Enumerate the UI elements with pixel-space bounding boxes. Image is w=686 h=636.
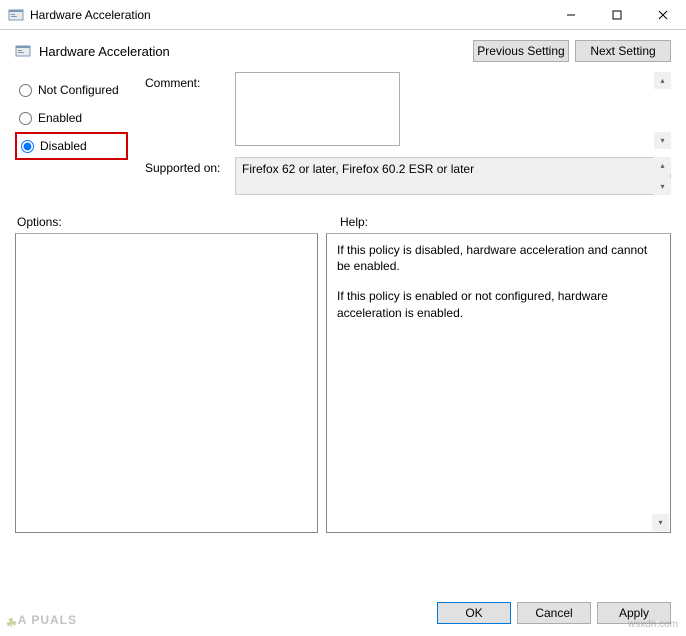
next-setting-button[interactable]: Next Setting <box>575 40 671 62</box>
radio-enabled-input[interactable] <box>19 112 32 125</box>
maximize-button[interactable] <box>594 0 640 30</box>
previous-setting-button[interactable]: Previous Setting <box>473 40 569 62</box>
supported-on-value: Firefox 62 or later, Firefox 60.2 ESR or… <box>235 157 671 195</box>
radio-not-configured-input[interactable] <box>19 84 32 97</box>
radio-disabled-input[interactable] <box>21 140 34 153</box>
options-section-label: Options: <box>15 215 338 229</box>
help-paragraph-1: If this policy is disabled, hardware acc… <box>337 242 660 274</box>
radio-enabled-label: Enabled <box>38 111 82 125</box>
state-radio-group: Not Configured Enabled Disabled <box>15 72 145 203</box>
policy-icon <box>15 43 31 59</box>
header-row: Hardware Acceleration Previous Setting N… <box>0 30 686 67</box>
radio-disabled[interactable]: Disabled <box>19 139 87 153</box>
comment-input[interactable] <box>235 72 400 146</box>
radio-not-configured-label: Not Configured <box>38 83 119 97</box>
options-panel <box>15 233 318 533</box>
comment-label: Comment: <box>145 72 235 149</box>
scroll-down-icon[interactable]: ▾ <box>652 514 669 531</box>
watermark-leaf-icon: ☘ <box>5 615 19 631</box>
comment-scrollbar: ▴ ▾ <box>654 72 671 149</box>
scroll-up-icon[interactable]: ▴ <box>654 72 671 89</box>
window-title: Hardware Acceleration <box>30 8 548 22</box>
watermark-right: wsxdn.com <box>628 619 678 630</box>
help-section-label: Help: <box>338 215 671 229</box>
radio-not-configured[interactable]: Not Configured <box>15 76 145 104</box>
titlebar: Hardware Acceleration <box>0 0 686 30</box>
minimize-button[interactable] <box>548 0 594 30</box>
ok-button[interactable]: OK <box>437 602 511 624</box>
app-icon <box>8 7 24 23</box>
help-panel: If this policy is disabled, hardware acc… <box>326 233 671 533</box>
watermark-left: ☘A PUALS <box>6 604 77 630</box>
page-title: Hardware Acceleration <box>39 44 473 59</box>
scroll-down-icon[interactable]: ▾ <box>654 178 671 195</box>
watermark-left-text: A PUALS <box>18 613 77 627</box>
scroll-down-icon[interactable]: ▾ <box>654 132 671 149</box>
help-paragraph-2: If this policy is enabled or not configu… <box>337 288 660 320</box>
scroll-up-icon[interactable]: ▴ <box>654 157 671 174</box>
supported-on-text: Firefox 62 or later, Firefox 60.2 ESR or… <box>242 162 474 176</box>
supported-label: Supported on: <box>145 157 235 195</box>
radio-disabled-label: Disabled <box>40 139 87 153</box>
cancel-button[interactable]: Cancel <box>517 602 591 624</box>
supported-scrollbar: ▴ ▾ <box>654 157 671 195</box>
close-button[interactable] <box>640 0 686 30</box>
radio-enabled[interactable]: Enabled <box>15 104 145 132</box>
highlight-box: Disabled <box>15 132 128 160</box>
